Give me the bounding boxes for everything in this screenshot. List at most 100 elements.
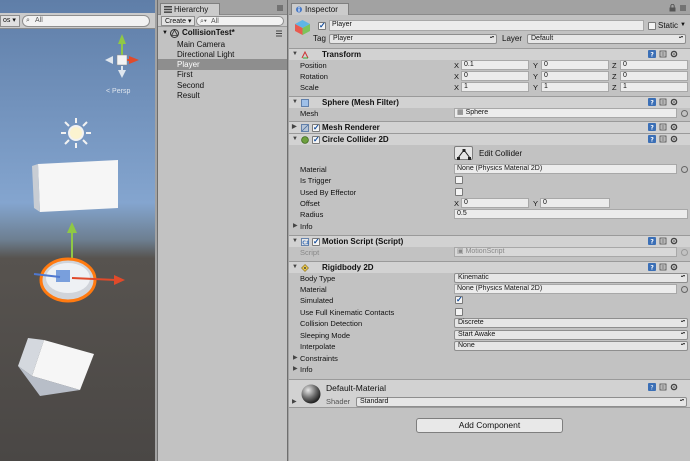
scene-view[interactable]: os ▾ ⌕ All < Persp	[0, 0, 155, 461]
mesh-field[interactable]: ▦ Sphere	[454, 108, 677, 118]
axis-gizmo[interactable]	[101, 34, 141, 86]
help-icon[interactable]: ?	[648, 50, 656, 58]
rotation-z-field[interactable]: 0	[620, 71, 688, 81]
mesh-filter-header[interactable]: ▼ Sphere (Mesh Filter) ?	[289, 96, 690, 108]
move-y-handle[interactable]	[67, 222, 77, 233]
rigidbody-info-foldout[interactable]: ▶ Info	[289, 364, 690, 375]
first-cube[interactable]	[30, 158, 122, 216]
simulated-checkbox[interactable]: ✓	[455, 296, 463, 304]
tab-hierarchy[interactable]: Hierarchy	[160, 3, 220, 15]
x-axis-cone[interactable]	[129, 56, 139, 64]
collision-detection-dropdown[interactable]: Discrete	[454, 318, 688, 328]
sleeping-mode-dropdown[interactable]: Start Awake	[454, 330, 688, 340]
preset-icon[interactable]	[659, 50, 667, 58]
move-x-handle[interactable]	[114, 275, 125, 285]
player-sphere[interactable]	[30, 220, 130, 304]
collider-info-foldout[interactable]: ▶ Info	[289, 221, 690, 232]
help-icon[interactable]: ?	[648, 263, 656, 271]
position-z-field[interactable]: 0	[620, 60, 688, 70]
collider-material-field[interactable]: None (Physics Material 2D)	[454, 164, 677, 174]
offset-y-field[interactable]: 0	[540, 198, 610, 208]
directional-light-icon[interactable]	[60, 117, 92, 149]
scene-root-item[interactable]: ▼ CollisionTest*	[158, 28, 287, 38]
preset-icon[interactable]	[659, 123, 667, 131]
tab-inspector[interactable]: Inspector	[291, 3, 349, 15]
preset-icon[interactable]	[659, 383, 667, 391]
rotation-x-field[interactable]: 0	[461, 71, 529, 81]
gizmos-dropdown[interactable]: os ▾	[0, 15, 20, 27]
gear-icon[interactable]	[670, 383, 678, 391]
hierarchy-item-first[interactable]: First	[158, 69, 287, 80]
gear-icon[interactable]	[670, 123, 678, 131]
help-icon[interactable]: ?	[648, 123, 656, 131]
y-axis-cone[interactable]	[118, 34, 126, 44]
hierarchy-tabbar: Hierarchy	[158, 0, 287, 15]
used-by-effector-checkbox[interactable]	[455, 188, 463, 196]
list-icon	[164, 6, 172, 13]
gear-icon[interactable]	[670, 237, 678, 245]
object-name-input[interactable]: Player	[329, 20, 644, 31]
mesh-renderer-header[interactable]: ▶ ✓ Mesh Renderer ?	[289, 121, 690, 133]
static-dropdown-arrow[interactable]: ▼	[680, 22, 686, 28]
layer-dropdown[interactable]: Default	[527, 34, 686, 44]
help-icon[interactable]: ?	[648, 135, 656, 143]
circle-collider-header[interactable]: ▼ ✓ Circle Collider 2D ?	[289, 133, 690, 145]
static-checkbox[interactable]	[648, 22, 656, 30]
panel-menu-icon[interactable]	[275, 30, 283, 37]
hierarchy-search-input[interactable]: ⌕▾ All	[196, 16, 284, 26]
inspector-tabbar: Inspector	[289, 0, 690, 15]
rigidbody-header[interactable]: ▼ Rigidbody 2D ?	[289, 261, 690, 273]
panel-menu-icon[interactable]	[276, 4, 284, 12]
body-type-dropdown[interactable]: Kinematic	[454, 273, 688, 283]
chevron-right-icon: ▶	[293, 223, 298, 229]
create-dropdown[interactable]: Create ▾	[161, 16, 196, 26]
gear-icon[interactable]	[670, 98, 678, 106]
chevron-right-icon: ▶	[293, 355, 298, 361]
script-asset-icon: ▣	[457, 248, 464, 255]
gear-icon[interactable]	[670, 263, 678, 271]
help-icon[interactable]: ?	[648, 237, 656, 245]
gear-icon[interactable]	[670, 50, 678, 58]
preset-icon[interactable]	[659, 135, 667, 143]
preset-icon[interactable]	[659, 98, 667, 106]
chevron-right-icon[interactable]: ▶	[292, 398, 297, 405]
position-y-field[interactable]: 0	[541, 60, 609, 70]
motion-script-enabled-checkbox[interactable]: ✓	[312, 238, 320, 246]
gear-icon[interactable]	[670, 135, 678, 143]
constraints-foldout[interactable]: ▶ Constraints	[289, 353, 690, 364]
object-picker-icon[interactable]	[681, 286, 688, 293]
lock-icon[interactable]	[669, 4, 676, 12]
active-checkbox[interactable]: ✓	[318, 22, 326, 30]
motion-script-header[interactable]: ▼ C# ✓ Motion Script (Script) ?	[289, 235, 690, 247]
scene-search-input[interactable]: ⌕ All	[22, 15, 150, 27]
scale-y-field[interactable]: 1	[541, 82, 609, 92]
offset-x-field[interactable]: 0	[461, 198, 529, 208]
object-picker-icon[interactable]	[681, 166, 688, 173]
preset-icon[interactable]	[659, 263, 667, 271]
object-picker-icon[interactable]	[681, 110, 688, 117]
radius-field[interactable]: 0.5	[454, 209, 688, 219]
transform-header[interactable]: ▼ Transform ?	[289, 48, 690, 60]
hierarchy-item-result[interactable]: Result	[158, 90, 287, 101]
tag-dropdown[interactable]: Player	[329, 34, 497, 44]
rigidbody-material-field[interactable]: None (Physics Material 2D)	[454, 284, 677, 294]
position-x-field[interactable]: 0.1	[461, 60, 529, 70]
help-icon[interactable]: ?	[648, 98, 656, 106]
is-trigger-checkbox[interactable]	[455, 176, 463, 184]
shader-dropdown[interactable]: Standard	[356, 397, 687, 407]
preset-icon[interactable]	[659, 237, 667, 245]
scale-x-field[interactable]: 1	[461, 82, 529, 92]
gizmo-center[interactable]	[116, 54, 128, 66]
scale-z-field[interactable]: 1	[620, 82, 688, 92]
help-icon[interactable]: ?	[648, 383, 656, 391]
second-cube[interactable]	[14, 336, 96, 400]
add-component-button[interactable]: Add Component	[416, 418, 563, 433]
mesh-row: Mesh ▦ Sphere	[289, 108, 690, 119]
edit-collider-button[interactable]	[454, 146, 473, 160]
rotation-y-field[interactable]: 0	[541, 71, 609, 81]
mesh-renderer-enabled-checkbox[interactable]: ✓	[312, 124, 320, 132]
full-kinematic-checkbox[interactable]	[455, 308, 463, 316]
circle-collider-enabled-checkbox[interactable]: ✓	[312, 136, 320, 144]
interpolate-dropdown[interactable]: None	[454, 341, 688, 351]
panel-menu-icon[interactable]	[679, 4, 687, 12]
